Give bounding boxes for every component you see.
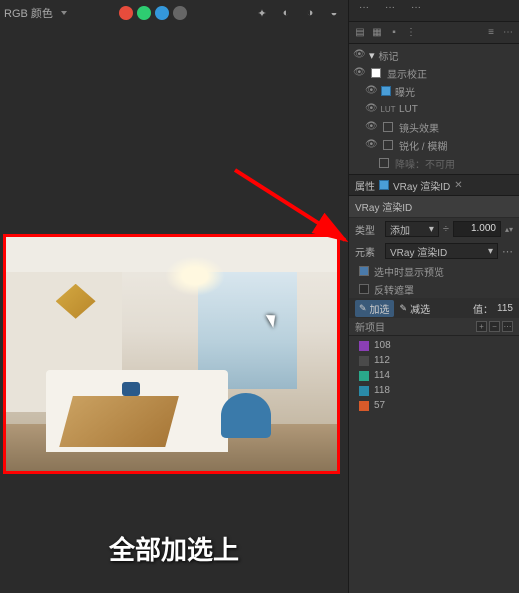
menu-icon[interactable]: ≡	[484, 26, 498, 40]
teapot2-icon[interactable]: ◑	[300, 3, 320, 23]
layer-sharpen[interactable]: 👁 锐化 / 模糊	[349, 136, 519, 154]
pencil-icon: ✎	[400, 303, 408, 314]
eye-icon[interactable]: 👁	[365, 139, 377, 151]
vray-tab-label[interactable]: VRay 渲染ID	[393, 178, 450, 193]
channel-red-icon[interactable]	[119, 6, 133, 20]
color-swatch	[359, 371, 369, 381]
id-item[interactable]: 108	[349, 338, 519, 353]
close-icon[interactable]: ✕	[454, 180, 462, 191]
id-list: 108 112 114 118 57	[349, 336, 519, 415]
color-swatch	[359, 341, 369, 351]
enable-checkbox[interactable]	[379, 180, 389, 190]
element-row: 元素 VRay 渲染ID▾ ⋯	[349, 240, 519, 262]
eye-icon[interactable]: 👁	[365, 85, 377, 97]
add-select-button[interactable]: ✎ 加选	[355, 300, 394, 317]
list-add-button[interactable]: +	[476, 321, 487, 332]
type-row: 类型 添加▾ ÷ 1.000 ▴▾	[349, 218, 519, 240]
viewport-toolbar: RGB 颜色 ✦ ◐ ◑ ◒	[0, 0, 348, 26]
render-viewport[interactable]	[3, 234, 340, 474]
teapot-icon[interactable]: ◐	[276, 3, 296, 23]
layer-root[interactable]: 👁 ▾ 标记	[349, 46, 519, 64]
list-menu-button[interactable]: ⋯	[502, 321, 513, 332]
teapot3-icon[interactable]: ◒	[324, 3, 344, 23]
value-display: 115	[497, 303, 513, 314]
id-item[interactable]: 57	[349, 398, 519, 413]
panel-tabs: ··· ··· ···	[349, 0, 519, 22]
color-swatch	[359, 356, 369, 366]
folder-icon[interactable]: ▦	[370, 26, 384, 40]
id-item[interactable]: 112	[349, 353, 519, 368]
eye-icon[interactable]: 👁	[353, 67, 365, 79]
channel-blue-icon[interactable]	[155, 6, 169, 20]
id-list-header: 新项目 + − ⋯	[349, 318, 519, 336]
preview-row[interactable]: 选中时显示预览	[349, 262, 519, 280]
color-mode-label[interactable]: RGB 颜色	[4, 5, 53, 21]
more-icon[interactable]: ⋯	[501, 26, 515, 40]
tab[interactable]: ···	[353, 0, 375, 21]
value-label: 值：	[473, 301, 493, 316]
list-remove-button[interactable]: −	[489, 321, 500, 332]
id-item[interactable]: 114	[349, 368, 519, 383]
eye-icon[interactable]: 👁	[365, 121, 377, 133]
layer-noise[interactable]: 降噪：不可用	[349, 154, 519, 172]
tab[interactable]: ···	[405, 0, 427, 21]
type-number-input[interactable]: 1.000	[453, 221, 501, 237]
id-item[interactable]: 118	[349, 383, 519, 398]
select-action-row: ✎ 加选 ✎ 减选 值： 115	[349, 298, 519, 318]
dropdown-icon[interactable]	[61, 11, 67, 15]
layer-correction[interactable]: 👁 显示校正	[349, 64, 519, 82]
eye-icon[interactable]: 👁	[353, 49, 365, 61]
color-swatch	[359, 386, 369, 396]
subtract-select-button[interactable]: ✎ 减选	[396, 300, 435, 317]
channel-green-icon[interactable]	[137, 6, 151, 20]
pencil-icon: ✎	[359, 303, 367, 314]
checkbox-icon[interactable]	[381, 86, 391, 96]
type-select[interactable]: 添加▾	[385, 221, 439, 237]
layer-exposure[interactable]: 👁 曝光	[349, 82, 519, 100]
color-swatch	[359, 401, 369, 411]
tool-icon[interactable]: ✦	[252, 3, 272, 23]
tab[interactable]: ···	[379, 0, 401, 21]
properties-header: 属性 VRay 渲染ID ✕	[349, 174, 519, 196]
layer-list: 👁 ▾ 标记 👁 显示校正 👁 曝光 👁 LUT LUT 👁	[349, 44, 519, 174]
add-icon[interactable]: ▤	[353, 26, 367, 40]
vray-section-title: VRay 渲染ID	[349, 196, 519, 218]
del-icon[interactable]: ▪	[387, 26, 401, 40]
channel-alpha-icon[interactable]	[173, 6, 187, 20]
invert-row[interactable]: 反转遮罩	[349, 280, 519, 298]
element-select[interactable]: VRay 渲染ID▾	[385, 243, 498, 259]
annotation-arrow	[230, 165, 370, 268]
opt-icon[interactable]: ⋮	[404, 26, 418, 40]
layer-lut[interactable]: 👁 LUT LUT	[349, 100, 519, 118]
layer-lens[interactable]: 👁 镜头效果	[349, 118, 519, 136]
invert-checkbox[interactable]	[359, 284, 369, 294]
layers-toolbar: ▤ ▦ ▪ ⋮ ≡ ⋯	[349, 22, 519, 44]
caption-text: 全部加选上	[0, 530, 348, 567]
eye-icon[interactable]: 👁	[365, 103, 377, 115]
